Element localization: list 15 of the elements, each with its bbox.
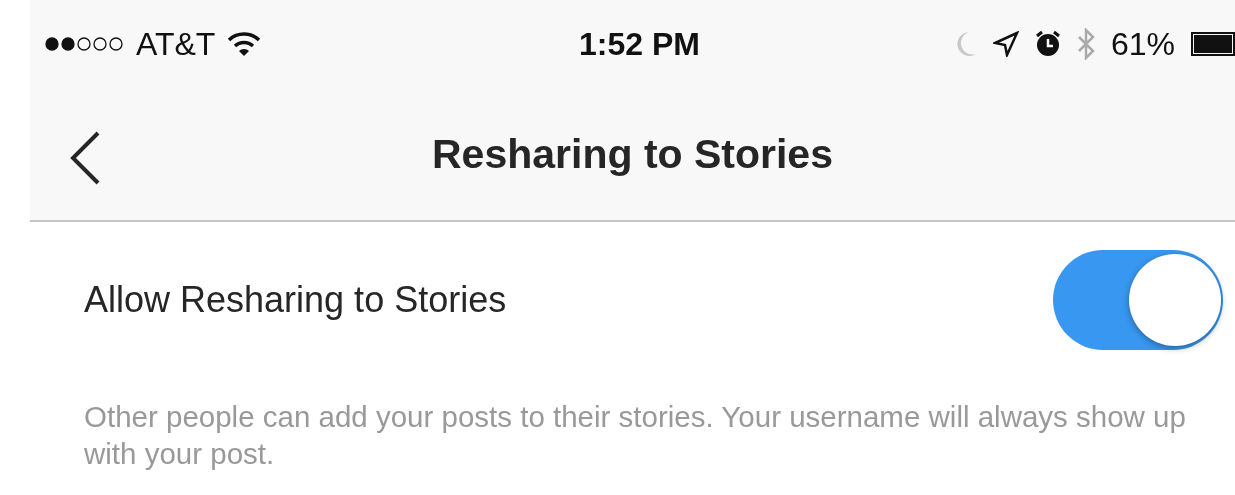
battery-icon bbox=[1191, 32, 1235, 56]
carrier-name: AT&T bbox=[136, 25, 216, 63]
location-arrow-icon bbox=[992, 31, 1019, 57]
toggle-switch[interactable] bbox=[1053, 250, 1223, 350]
signal-icon bbox=[44, 36, 124, 52]
moon-icon bbox=[956, 31, 977, 57]
alarm-clock-icon bbox=[1034, 30, 1061, 58]
battery-percent: 61% bbox=[1110, 25, 1175, 63]
back-chevron-icon bbox=[68, 130, 102, 186]
screen-title: Resharing to Stories bbox=[432, 130, 833, 178]
clock-time: 1:52 PM bbox=[579, 25, 700, 63]
wifi-icon bbox=[227, 31, 262, 57]
setting-label: Allow Resharing to Stories bbox=[84, 279, 507, 321]
setting-description: Other people can add your posts to their stories. Your username will always show up with your post. bbox=[84, 399, 1187, 472]
bluetooth-icon bbox=[1076, 28, 1095, 60]
